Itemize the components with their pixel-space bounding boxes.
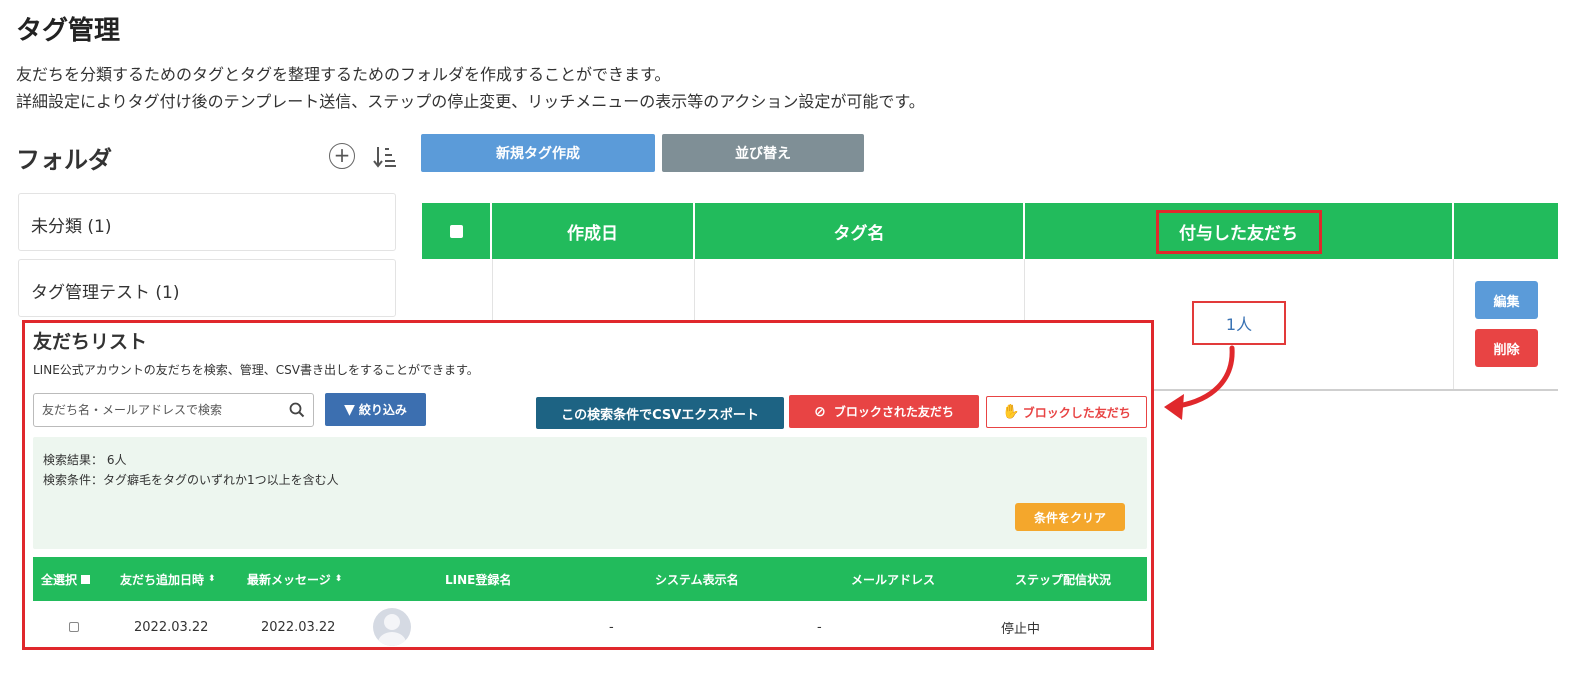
edit-button[interactable]: 編集: [1475, 281, 1538, 319]
blocked-by-friends-button[interactable]: ⊘ ブロックされた友だち: [789, 395, 979, 428]
friend-table-header: 全選択 友だち追加日時 ⬍ 最新メッセージ ⬍ LINE登録名 システム表示名 …: [33, 557, 1147, 601]
friend-list-description: LINE公式アカウントの友だちを検索、管理、CSV書き出しをすることができます。: [33, 363, 479, 377]
friend-search-input[interactable]: [42, 400, 282, 420]
select-all-friends-checkbox[interactable]: [81, 574, 91, 584]
filter-button-label: 絞り込み: [358, 403, 407, 417]
column-last-message[interactable]: 最新メッセージ ⬍: [247, 557, 342, 601]
row-checkbox[interactable]: [69, 622, 79, 632]
column-step-status: ステップ配信状況: [1015, 572, 1112, 587]
sort-folders-icon[interactable]: [371, 143, 399, 171]
highlight-friends-header: [1156, 210, 1322, 254]
page-description-line-2: 詳細設定によりタグ付け後のテンプレート送信、ステップの停止変更、リッチメニューの…: [16, 92, 925, 111]
row-added-at: 2022.03.22: [134, 619, 209, 635]
column-added-at[interactable]: 友だち追加日時 ⬍: [120, 557, 216, 601]
header-created: 作成日: [492, 203, 695, 259]
table-row: 2022.03.22 2022.03.22 - - 停止中: [33, 601, 1147, 647]
clear-conditions-button[interactable]: 条件をクリア: [1015, 503, 1125, 531]
row-email: -: [817, 619, 822, 635]
search-result-count: 検索結果： 6人: [43, 453, 127, 467]
filter-icon: ▼: [344, 401, 355, 418]
sort-arrows-icon: ⬍: [208, 574, 216, 584]
row-avatar[interactable]: [373, 601, 411, 647]
search-icon[interactable]: [289, 402, 305, 418]
friend-count-link[interactable]: 1人: [1192, 301, 1286, 345]
sort-button[interactable]: 並び替え: [662, 134, 864, 172]
header-tag-name: タグ名: [695, 203, 1025, 259]
column-email: メールアドレス: [851, 572, 936, 587]
row-select[interactable]: [69, 601, 79, 647]
filter-button[interactable]: ▼ 絞り込み: [325, 393, 426, 426]
row-step-status: 停止中: [1001, 621, 1041, 637]
select-all-checkbox[interactable]: [449, 224, 463, 238]
blocked-friends-button[interactable]: ✋ ブロックした友だち: [986, 396, 1147, 428]
folder-item-tag-test[interactable]: タグ管理テスト (1): [18, 259, 396, 317]
search-results-box: 検索結果： 6人 検索条件：タグ癖毛をタグのいずれか1つ以上を含む人: [33, 437, 1147, 549]
column-line-name: LINE登録名: [445, 572, 512, 587]
csv-export-button[interactable]: この検索条件でCSVエクスポート: [536, 397, 784, 429]
column-select-all[interactable]: 全選択: [41, 557, 91, 601]
ban-icon: ⊘: [814, 403, 826, 420]
page-description-line-1: 友だちを分類するためのタグとタグを整理するためのフォルダを作成することができます…: [16, 65, 671, 84]
add-folder-icon[interactable]: +: [329, 143, 355, 169]
friend-list-title: 友だちリスト: [33, 331, 148, 353]
curved-arrow-icon: [1164, 345, 1235, 420]
new-tag-button[interactable]: 新規タグ作成: [421, 134, 655, 172]
search-result-condition: 検索条件：タグ癖毛をタグのいずれか1つ以上を含む人: [43, 473, 339, 487]
friend-list-panel: 友だちリスト LINE公式アカウントの友だちを検索、管理、CSV書き出しをするこ…: [22, 320, 1154, 650]
delete-button[interactable]: 削除: [1475, 329, 1538, 367]
sort-arrows-icon: ⬍: [334, 574, 343, 584]
blocked-friends-label: ブロックした友だち: [1022, 405, 1131, 420]
row-last-message: 2022.03.22: [261, 619, 336, 635]
hand-icon: ✋: [1002, 404, 1020, 420]
page-title: タグ管理: [16, 16, 121, 46]
row-system-name: -: [609, 619, 614, 635]
blocked-by-friends-label: ブロックされた友だち: [833, 405, 954, 419]
column-system-name: システム表示名: [655, 572, 739, 587]
folder-item-unclassified[interactable]: 未分類 (1): [18, 193, 396, 251]
header-select-all[interactable]: [422, 203, 492, 259]
avatar[interactable]: [373, 608, 411, 646]
header-actions: [1454, 203, 1558, 259]
folder-section-title: フォルダ: [16, 146, 112, 174]
friend-search-box[interactable]: [33, 393, 314, 427]
tag-table-header: 作成日 タグ名 付与した友だち: [422, 203, 1558, 259]
